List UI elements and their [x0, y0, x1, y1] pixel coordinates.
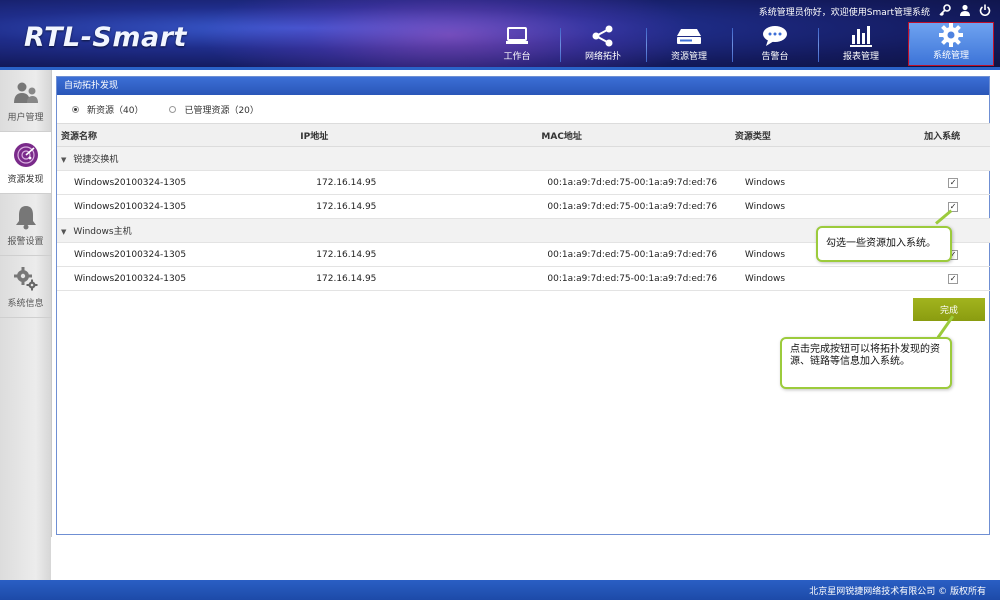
- content-bottom-area: [51, 537, 1000, 580]
- column-header-name[interactable]: 资源名称: [57, 123, 301, 147]
- monitor-icon: [505, 23, 529, 49]
- gear-icon: [938, 22, 964, 48]
- user-icon[interactable]: [958, 3, 972, 17]
- nav-item-reports[interactable]: 报表管理: [818, 22, 904, 66]
- resource-filter: 新资源（40） 已管理资源（20）: [57, 95, 989, 123]
- sidebar-item-system-info[interactable]: 系统信息: [0, 256, 51, 318]
- collapse-triangle-icon[interactable]: ▼: [61, 228, 66, 236]
- radio-label: 新资源（40）: [87, 105, 144, 116]
- resource-table: 资源名称 IP地址 MAC地址 资源类型 加入系统 ▼ 锐捷交换机 Windows…: [57, 123, 990, 291]
- main-nav: 工作台 网络拓扑 资源管理 告警台 报表管理 系统管理: [474, 22, 994, 66]
- radio-button[interactable]: [169, 105, 177, 113]
- panel-title: 自动拓扑发现: [57, 77, 989, 95]
- app-footer: 北京星网锐捷网络技术有限公司 © 版权所有: [0, 580, 1000, 600]
- nav-item-workbench[interactable]: 工作台: [474, 22, 560, 66]
- sidebar-item-label: 系统信息: [7, 298, 44, 309]
- sidebar-item-discovery[interactable]: 资源发现: [0, 132, 51, 194]
- cell-name: Windows20100324-1305: [57, 242, 301, 267]
- drive-icon: [676, 23, 702, 49]
- radio-label: 已管理资源（20）: [184, 105, 259, 116]
- nav-item-alarm[interactable]: 告警台: [732, 22, 818, 66]
- nav-label: 系统管理: [932, 51, 969, 61]
- table-header-row: 资源名称 IP地址 MAC地址 资源类型 加入系统: [57, 123, 990, 147]
- cell-name: Windows20100324-1305: [57, 170, 301, 195]
- sidebar-item-label: 报警设置: [7, 236, 44, 247]
- cell-ip: 172.16.14.95: [300, 194, 542, 219]
- group-label: Windows主机: [73, 227, 132, 237]
- join-checkbox[interactable]: ✓: [948, 177, 959, 188]
- auto-discovery-panel: 自动拓扑发现 新资源（40） 已管理资源（20） 资源名称 IP地址 MAC地址…: [56, 76, 990, 535]
- sidebar-item-users[interactable]: 用户管理: [0, 70, 51, 132]
- chat-bubble-icon: [762, 23, 788, 49]
- sidebar-item-alarm-settings[interactable]: 报警设置: [0, 194, 51, 256]
- collapse-triangle-icon[interactable]: ▼: [61, 156, 66, 164]
- sidebar: 用户管理 资源发现 报警设置 系统信息: [0, 70, 52, 580]
- gears-icon: [12, 265, 40, 293]
- tooltip-select-resources: 勾选一些资源加入系统。: [816, 226, 952, 262]
- share-icon: [591, 23, 615, 49]
- app-logo: RTL-Smart: [24, 22, 187, 53]
- radio-new-resources[interactable]: 新资源（40）: [72, 103, 143, 116]
- column-header-mac[interactable]: MAC地址: [541, 123, 735, 147]
- app-header: RTL-Smart 系统管理员你好，欢迎使用Smart管理系统 工作台 网络拓扑: [0, 0, 1000, 70]
- column-header-type[interactable]: 资源类型: [734, 123, 925, 147]
- copyright-text: 北京星网锐捷网络技术有限公司 © 版权所有: [809, 587, 986, 597]
- nav-label: 告警台: [761, 52, 789, 62]
- radar-icon: [12, 141, 40, 169]
- cell-mac: 00:1a:a9:7d:ed:75-00:1a:a9:7d:ed:76: [541, 266, 735, 291]
- column-header-ip[interactable]: IP地址: [300, 123, 542, 147]
- cell-mac: 00:1a:a9:7d:ed:75-00:1a:a9:7d:ed:76: [541, 242, 735, 267]
- cell-name: Windows20100324-1305: [57, 266, 301, 291]
- power-icon[interactable]: [978, 3, 992, 17]
- bar-chart-icon: [849, 23, 873, 49]
- nav-label: 工作台: [503, 52, 531, 62]
- join-checkbox[interactable]: ✓: [948, 273, 959, 284]
- cell-type: Windows: [734, 266, 925, 291]
- nav-item-resources[interactable]: 资源管理: [646, 22, 732, 66]
- cell-type: Windows: [734, 170, 925, 195]
- welcome-text: 系统管理员你好，欢迎使用Smart管理系统: [758, 8, 930, 18]
- nav-label: 网络拓扑: [584, 52, 621, 62]
- cell-name: Windows20100324-1305: [57, 194, 301, 219]
- tooltip-done-hint: 点击完成按钮可以将拓扑发现的资源、链路等信息加入系统。: [780, 337, 952, 389]
- column-header-join[interactable]: 加入系统: [924, 123, 990, 147]
- top-icons: [938, 3, 992, 17]
- cell-mac: 00:1a:a9:7d:ed:75-00:1a:a9:7d:ed:76: [541, 194, 735, 219]
- cell-ip: 172.16.14.95: [300, 170, 542, 195]
- cell-ip: 172.16.14.95: [300, 242, 542, 267]
- group-label: 锐捷交换机: [73, 155, 119, 165]
- users-icon: [12, 79, 40, 107]
- table-row: Windows20100324-1305 172.16.14.95 00:1a:…: [57, 194, 990, 219]
- nav-item-system[interactable]: 系统管理: [908, 22, 994, 66]
- group-row[interactable]: ▼ 锐捷交换机: [57, 146, 990, 171]
- nav-label: 报表管理: [842, 52, 879, 62]
- sidebar-item-label: 用户管理: [7, 112, 44, 123]
- table-row: Windows20100324-1305 172.16.14.95 00:1a:…: [57, 266, 990, 291]
- nav-label: 资源管理: [670, 52, 707, 62]
- radio-button[interactable]: [72, 105, 79, 113]
- cell-type: Windows: [734, 194, 925, 219]
- cell-mac: 00:1a:a9:7d:ed:75-00:1a:a9:7d:ed:76: [541, 170, 735, 195]
- radio-managed-resources[interactable]: 已管理资源（20）: [169, 103, 259, 116]
- cell-ip: 172.16.14.95: [300, 266, 542, 291]
- nav-item-topology[interactable]: 网络拓扑: [560, 22, 646, 66]
- key-icon[interactable]: [938, 3, 952, 17]
- bell-icon: [12, 203, 40, 231]
- table-row: Windows20100324-1305 172.16.14.95 00:1a:…: [57, 170, 990, 195]
- sidebar-item-label: 资源发现: [7, 174, 44, 185]
